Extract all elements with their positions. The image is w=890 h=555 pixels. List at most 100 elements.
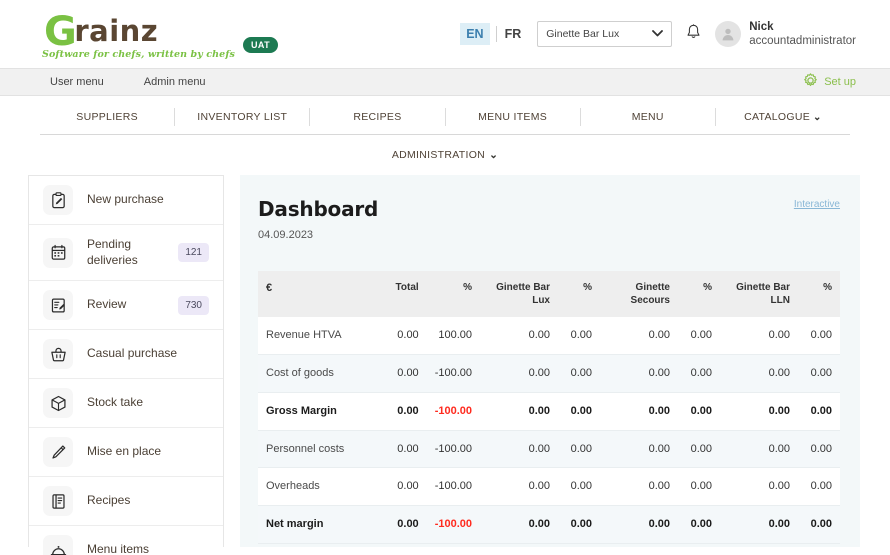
dashboard-date: 04.09.2023 <box>258 229 314 241</box>
table-cell: -100.00 <box>426 467 480 507</box>
row-label: Gross Margin <box>258 392 373 431</box>
logo-wordmark: Grainz <box>42 8 235 52</box>
sidebar-item-pending-deliveries[interactable]: Pending deliveries 121 <box>29 225 223 281</box>
environment-badge: UAT <box>242 37 278 53</box>
table-cell: 0.00 <box>720 317 798 355</box>
user-name: Nick <box>749 20 774 33</box>
tab-suppliers[interactable]: SUPPLIERS <box>40 107 176 127</box>
table-cell: 0.00 <box>720 505 798 545</box>
sidebar-item-review[interactable]: Review 730 <box>29 281 223 330</box>
table-cell: 0.00 <box>372 392 427 431</box>
tab-menu-label: MENU <box>631 110 664 123</box>
main-nav-tabs: SUPPLIERS INVENTORY LIST RECIPES MENU IT… <box>0 100 890 134</box>
table-cell: 0.00 <box>372 430 427 469</box>
sidebar-item-mise-en-place[interactable]: Mise en place <box>29 428 223 477</box>
bell-icon[interactable] <box>686 23 701 45</box>
dashboard-table: € Total % Ginette Bar Lux % Ginette Seco… <box>258 271 840 545</box>
table-row: Revenue HTVA 0.00 100.00 0.00 0.00 0.00 0.00 0.… <box>258 317 840 355</box>
sidebar-item-label: Casual purchase <box>87 346 178 361</box>
table-cell: 0.00 <box>720 430 798 469</box>
table-cell: 0.00 <box>678 317 720 355</box>
chevron-down-icon <box>652 28 664 40</box>
administration-label: ADMINISTRATION <box>391 149 486 161</box>
table-cell: 0.00 <box>600 317 678 355</box>
administration-tab[interactable]: ADMINISTRATION ⌄ <box>0 135 890 175</box>
tab-menu[interactable]: MENU <box>581 107 716 127</box>
table-body: Revenue HTVA 0.00 100.00 0.00 0.00 0.00 0.00 0.… <box>258 317 840 545</box>
tab-catalogue[interactable]: CATALOGUE ⌄ <box>716 108 850 127</box>
clipboard-pen-icon <box>43 185 73 215</box>
sidebar-item-label: Mise en place <box>87 444 162 459</box>
col-ginette-secours-pct: % <box>678 271 720 317</box>
tab-recipes[interactable]: RECIPES <box>310 107 446 127</box>
dashboard-panel: Dashboard 04.09.2023 Interactive € Total… <box>240 175 860 547</box>
language-fr[interactable]: FR <box>503 23 524 45</box>
col-ginette-bar-lux-pct: % <box>558 271 600 317</box>
table-cell: 0.00 <box>558 467 600 507</box>
tab-inventory-list[interactable]: INVENTORY LIST <box>175 107 311 127</box>
table-header-row: € Total % Ginette Bar Lux % Ginette Seco… <box>258 271 840 317</box>
setup-button[interactable]: Set up <box>803 73 856 91</box>
header-right-cluster: EN FR Ginette Bar Lux Nick accountadmini… <box>460 20 856 49</box>
tab-menu-items[interactable]: MENU ITEMS <box>446 107 581 127</box>
sidebar-item-label: New purchase <box>87 192 164 207</box>
table-cell: 0.00 <box>720 467 798 507</box>
table-cell: 0.00 <box>678 505 720 545</box>
table-cell: -100.00 <box>426 354 480 393</box>
sidebar-item-label: Pending deliveries <box>87 236 138 267</box>
sidebar-badge-review: 730 <box>178 295 209 315</box>
knife-icon <box>43 437 73 467</box>
table-header: € Total % Ginette Bar Lux % Ginette Seco… <box>258 271 840 317</box>
tab-inventory-list-label: INVENTORY LIST <box>197 110 288 123</box>
menu-user-menu[interactable]: User menu <box>50 76 104 88</box>
book-icon <box>43 486 73 516</box>
basket-icon <box>43 339 73 369</box>
table-row: Gross Margin 0.00 -100.00 0.00 0.00 0.00 0.00 0… <box>258 392 840 431</box>
table-cell: 0.00 <box>480 505 558 545</box>
col-ginette-bar-lln-pct: % <box>798 271 840 317</box>
table-cell: 0.00 <box>372 467 427 507</box>
interactive-link[interactable]: Interactive <box>794 199 840 210</box>
row-label: Cost of goods <box>258 354 373 393</box>
table-cell: 0.00 <box>600 430 678 469</box>
table-cell: 0.00 <box>558 430 600 469</box>
table-cell: 0.00 <box>558 317 600 355</box>
tab-recipes-label: RECIPES <box>353 110 402 123</box>
site-select[interactable]: Ginette Bar Lux <box>537 21 673 47</box>
table-cell: 0.00 <box>720 354 798 393</box>
table-cell: 0.00 <box>600 354 678 393</box>
table-cell: 0.00 <box>678 430 720 469</box>
sidebar-item-recipes[interactable]: Recipes <box>29 477 223 526</box>
app-header: Grainz Software for chefs, written by ch… <box>0 0 890 68</box>
table-cell: 0.00 <box>480 467 558 507</box>
tab-suppliers-label: SUPPLIERS <box>76 110 138 123</box>
sidebar-item-label: Review <box>87 297 127 312</box>
sidebar-item-label: Recipes <box>87 493 131 508</box>
box-icon <box>43 388 73 418</box>
user-block[interactable]: Nick accountadministrator <box>715 20 856 49</box>
user-text: Nick accountadministrator <box>749 20 856 49</box>
table-cell: 0.00 <box>600 392 678 431</box>
sidebar-item-stock-take[interactable]: Stock take <box>29 379 223 428</box>
language-switcher[interactable]: EN FR <box>460 23 523 45</box>
table-cell: -100.00 <box>426 505 480 545</box>
sidebar-item-casual-purchase[interactable]: Casual purchase <box>29 330 223 379</box>
table-cell: 0.00 <box>480 317 558 355</box>
row-label: Personnel costs <box>258 430 373 469</box>
table-cell: 0.00 <box>678 392 720 431</box>
table-row: Overheads 0.00 -100.00 0.00 0.00 0.00 0.00 0.00… <box>258 467 840 507</box>
language-en[interactable]: EN <box>460 23 490 45</box>
table-cell: 0.00 <box>480 430 558 469</box>
brand-logo[interactable]: Grainz Software for chefs, written by ch… <box>42 12 278 60</box>
logo-letter-g: G <box>44 9 78 55</box>
table-cell: 0.00 <box>600 467 678 507</box>
table-cell: 0.00 <box>798 317 840 355</box>
sidebar-item-menu-items[interactable]: Menu items <box>29 526 223 555</box>
menu-admin-menu[interactable]: Admin menu <box>144 76 206 88</box>
gear-icon <box>803 73 818 91</box>
language-divider <box>495 26 497 42</box>
sidebar-item-new-purchase[interactable]: New purchase <box>29 176 223 225</box>
tab-menu-items-label: MENU ITEMS <box>478 110 548 123</box>
table-cell: 0.00 <box>798 354 840 393</box>
col-currency: € <box>258 271 373 317</box>
